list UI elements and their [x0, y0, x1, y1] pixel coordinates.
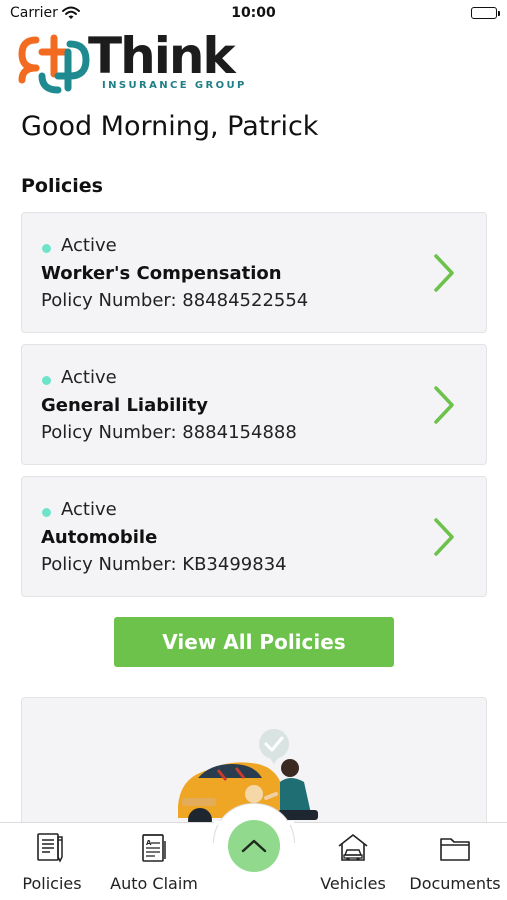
policy-name: Worker's Compensation [41, 263, 282, 284]
logo-wordmark: Think [88, 27, 236, 85]
battery-icon [471, 7, 500, 19]
policy-card-workers-compensation[interactable]: Active Worker's Compensation Policy Numb… [21, 212, 487, 333]
tab-policies[interactable]: Policies [2, 831, 102, 893]
policy-card-general-liability[interactable]: Active General Liability Policy Number: … [21, 344, 487, 465]
policy-number: Policy Number: KB3499834 [41, 554, 287, 575]
policy-name: Automobile [41, 527, 158, 548]
house-car-icon [303, 831, 403, 865]
policy-number: Policy Number: 8884154888 [41, 422, 297, 443]
expand-menu-button[interactable] [228, 820, 280, 872]
active-status-dot [42, 508, 51, 517]
tab-label: Auto Claim [110, 874, 198, 893]
policy-document-icon [2, 831, 102, 865]
view-all-policies-button[interactable]: View All Policies [114, 617, 394, 667]
tab-label: Vehicles [320, 874, 386, 893]
chevron-up-icon [241, 839, 267, 853]
policy-name: General Liability [41, 395, 208, 416]
claim-form-icon: A [104, 831, 204, 865]
tab-label: Policies [22, 874, 82, 893]
chevron-right-icon[interactable] [432, 253, 456, 293]
status-bar: Carrier 10:00 [0, 0, 507, 28]
tab-vehicles[interactable]: Vehicles [303, 831, 403, 893]
tab-documents[interactable]: Documents [405, 831, 505, 893]
folder-icon [405, 831, 505, 865]
greeting-heading: Good Morning, Patrick [21, 111, 319, 142]
active-status-dot [42, 376, 51, 385]
policies-section-title: Policies [21, 175, 103, 197]
think-insurance-logo: Think INSURANCE GROUP [14, 30, 254, 94]
policy-number: Policy Number: 88484522554 [41, 290, 309, 311]
policy-status: Active [61, 235, 117, 256]
clock: 10:00 [231, 5, 276, 21]
policy-status: Active [61, 499, 117, 520]
policy-status: Active [61, 367, 117, 388]
policy-card-automobile[interactable]: Active Automobile Policy Number: KB34998… [21, 476, 487, 597]
chevron-right-icon[interactable] [432, 517, 456, 557]
tab-label: Documents [409, 874, 501, 893]
logo-mark-icon [18, 34, 90, 94]
tab-auto-claim[interactable]: A Auto Claim [104, 831, 204, 893]
logo-subtitle: INSURANCE GROUP [102, 80, 247, 91]
chevron-right-icon[interactable] [432, 385, 456, 425]
active-status-dot [42, 244, 51, 253]
